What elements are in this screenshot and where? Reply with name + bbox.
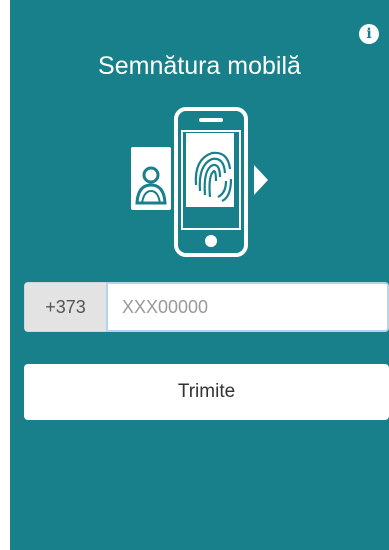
mobile-signature-panel: i Semnătura mobilă +373 Trimite [10, 0, 389, 550]
send-button[interactable]: Trimite [24, 364, 389, 420]
info-icon[interactable]: i [359, 24, 379, 44]
country-code-prefix: +373 [24, 282, 106, 332]
page-title: Semnătura mobilă [98, 52, 301, 80]
phone-number-input[interactable] [106, 282, 389, 332]
mobile-signature-illustration-icon [131, 107, 268, 257]
phone-number-group: +373 [24, 282, 389, 332]
